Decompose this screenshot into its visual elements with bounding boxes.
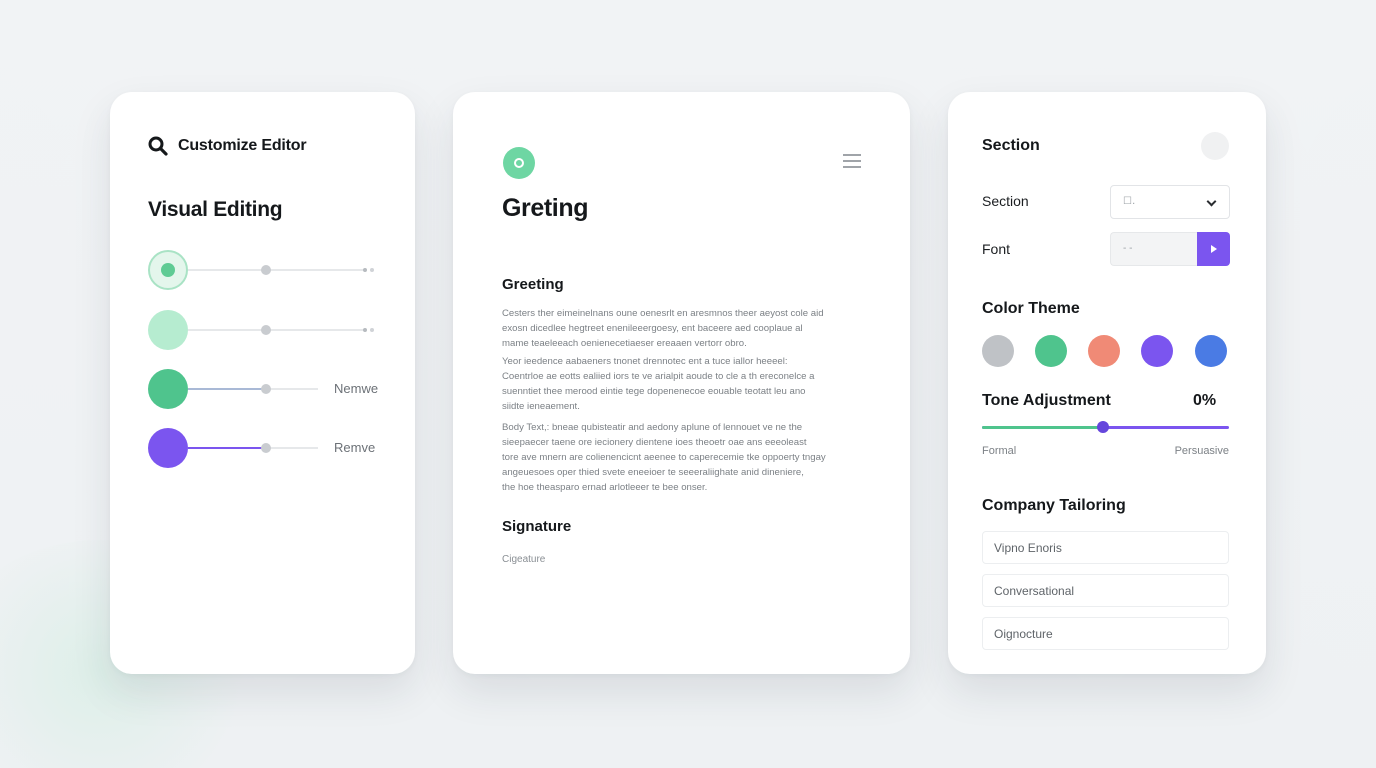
body-paragraph-2: Yeor ieedence aabaeners tnonet drennotec… <box>502 354 868 414</box>
slider-thumb[interactable] <box>261 265 271 275</box>
tone-min-label: Formal <box>982 445 1017 457</box>
body-line: Body Text,: bneae qubisteatir and aedony… <box>502 422 803 433</box>
company-option[interactable]: Conversational <box>982 574 1229 607</box>
body-line: Yeor ieedence aabaeners tnonet drennotec… <box>502 356 788 367</box>
section-dropdown[interactable]: ☐․ <box>1110 185 1230 219</box>
company-option[interactable]: Vipno Enoris <box>982 531 1229 564</box>
company-option-label: Oignocture <box>994 627 1053 641</box>
avatar[interactable] <box>1201 132 1229 160</box>
color-swatch-coral[interactable] <box>1088 335 1120 367</box>
company-tailoring-label: Company Tailoring <box>982 497 1126 514</box>
settings-header: Section <box>982 137 1040 154</box>
editor-title: Customize Editor <box>178 137 307 154</box>
body-line: tore ave mnern are colienencicnt aeenee … <box>502 452 826 463</box>
settings-panel: Section Section ☐․ Font - - Color Theme … <box>948 92 1266 674</box>
font-input-value: - - <box>1123 243 1133 254</box>
slider-end-dot <box>370 328 374 332</box>
slider-row-1[interactable] <box>148 250 380 290</box>
color-swatch-purple[interactable] <box>1141 335 1173 367</box>
signature-value: Cigeature <box>502 554 546 565</box>
visual-editing-panel: Customize Editor Visual Editing Nemwe Re… <box>110 92 415 674</box>
color-theme-label: Color Theme <box>982 300 1080 317</box>
slider-knob[interactable] <box>148 310 188 350</box>
slider-row-2[interactable] <box>148 310 380 350</box>
greeting-label: Greeting <box>502 276 564 293</box>
font-label: Font <box>982 241 1011 257</box>
tone-value: 0% <box>1193 392 1217 409</box>
slider-knob[interactable] <box>148 369 188 409</box>
slider-row-3[interactable]: Nemwe <box>148 369 380 409</box>
slider-thumb[interactable] <box>261 325 271 335</box>
slider-end-dot <box>370 268 374 272</box>
body-line: the hoe theasparo ernad arlotleeer te be… <box>502 482 708 493</box>
body-line: angeuesoes oper thied svete eneeioer te … <box>502 467 804 478</box>
slider-track[interactable] <box>188 329 364 331</box>
tone-max-label: Persuasive <box>1174 445 1229 457</box>
slider-knob[interactable] <box>148 428 188 468</box>
color-swatch-green[interactable] <box>1035 335 1067 367</box>
slider-row-4[interactable]: Remve <box>148 428 380 468</box>
body-line: suenntiet thee merood eintie tege dopene… <box>502 386 806 397</box>
company-option[interactable]: Oignocture <box>982 617 1229 650</box>
section-label: Section <box>982 193 1029 209</box>
font-input[interactable]: - - <box>1110 232 1198 266</box>
tone-slider-fill <box>982 426 1104 429</box>
slider-end-dot <box>363 268 367 272</box>
body-line: Cesters ther eimeinelnans oune oenesrlt … <box>502 308 824 319</box>
section-dropdown-value: ☐․ <box>1123 196 1136 207</box>
body-line: Coentrloe ae eotts ealiied iors te ve ar… <box>502 371 815 382</box>
play-icon[interactable] <box>1197 232 1230 266</box>
slider-thumb[interactable] <box>261 384 271 394</box>
body-line: siidte ieneaement. <box>502 401 580 412</box>
editor-header: Customize Editor <box>148 136 307 156</box>
slider-thumb[interactable] <box>261 443 271 453</box>
body-paragraph-3: Body Text,: bneae qubisteatir and aedony… <box>502 420 868 495</box>
knob-center <box>161 263 175 277</box>
visual-editing-heading: Visual Editing <box>148 198 283 221</box>
row-action-label[interactable]: Remve <box>334 440 375 455</box>
color-swatch-blue[interactable] <box>1195 335 1227 367</box>
signature-label: Signature <box>502 518 572 535</box>
body-paragraph-1: Cesters ther eimeinelnans oune oenesrlt … <box>502 306 868 351</box>
row-action-label[interactable]: Nemwe <box>334 381 378 396</box>
company-option-label: Conversational <box>994 584 1075 598</box>
color-swatch-gray[interactable] <box>982 335 1014 367</box>
tone-slider-thumb[interactable] <box>1097 421 1110 433</box>
slider-fill <box>188 447 266 449</box>
search-icon[interactable] <box>148 136 168 156</box>
slider-knob[interactable] <box>148 250 188 290</box>
slider-track[interactable] <box>188 269 364 271</box>
chevron-down-icon <box>1206 196 1217 207</box>
tone-adjustment-label: Tone Adjustment <box>982 392 1111 409</box>
brand-logo-icon <box>503 147 535 179</box>
preview-title: Greting <box>502 194 589 222</box>
slider-end-dot <box>363 328 367 332</box>
body-line: exosn dicedlee hegtreet enenileeergoesy,… <box>502 323 803 334</box>
company-option-label: Vipno Enoris <box>994 541 1062 555</box>
email-preview-panel: Greting Greeting Cesters ther eimeinelna… <box>453 92 910 674</box>
body-line: sieepaecer taene ore iecionery dientene … <box>502 437 807 448</box>
slider-fill <box>188 388 266 390</box>
menu-icon[interactable] <box>843 154 861 168</box>
body-line: mame teaeleeach oenienecetiaeser ereaaen… <box>502 338 747 349</box>
